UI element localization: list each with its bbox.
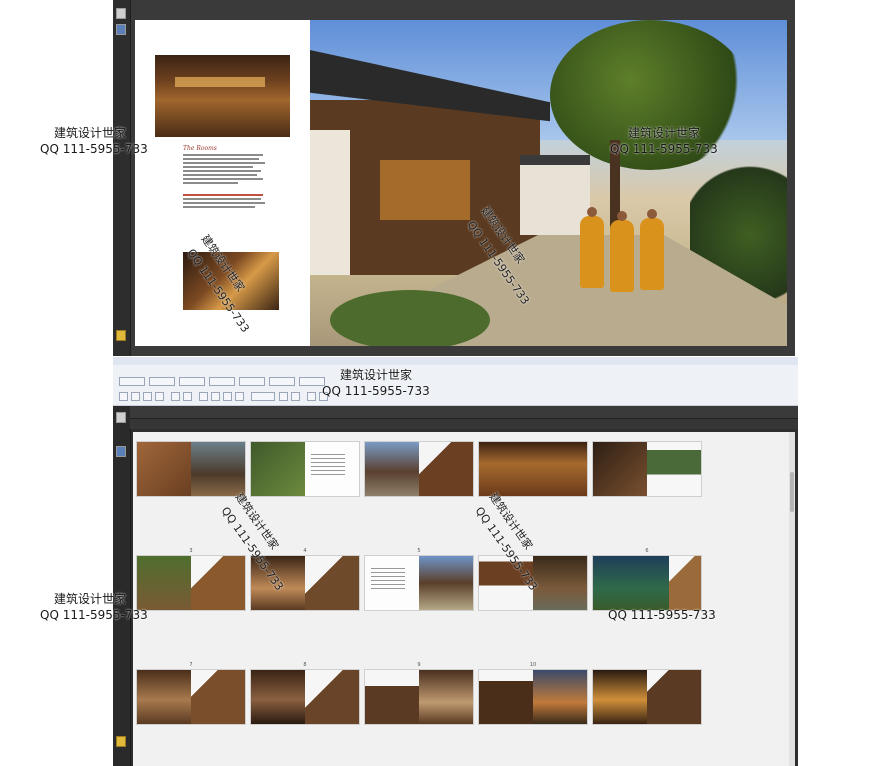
page-thumbnail[interactable] bbox=[593, 556, 701, 610]
page-number: 8 bbox=[303, 662, 307, 668]
page-thumbnail[interactable] bbox=[593, 670, 701, 724]
monk-figure bbox=[580, 207, 604, 288]
page-number: 9 bbox=[417, 662, 421, 668]
watermark-brand: 建筑设计世家 bbox=[54, 592, 127, 606]
next-page-icon[interactable] bbox=[183, 392, 192, 401]
secure-button[interactable] bbox=[209, 377, 235, 386]
brochure-spread: The Rooms bbox=[135, 20, 787, 346]
page-thumbnail[interactable] bbox=[593, 442, 701, 496]
collaborate-button[interactable] bbox=[179, 377, 205, 386]
bookmarks-panel-icon[interactable] bbox=[116, 24, 126, 35]
courtyard-monks-photo bbox=[310, 20, 787, 346]
combine-button[interactable] bbox=[149, 377, 175, 386]
watermark-brand: 建筑设计世家 bbox=[628, 126, 701, 140]
fit-page-icon[interactable] bbox=[279, 392, 288, 401]
page-thumbnail[interactable] bbox=[251, 442, 359, 496]
reader-app-chrome bbox=[113, 357, 798, 406]
watermark-brand: 建筑设计世家 bbox=[54, 126, 127, 140]
page-thumbnail[interactable] bbox=[251, 670, 359, 724]
page-thumbnail[interactable] bbox=[479, 442, 587, 496]
lit-doorway bbox=[380, 160, 470, 220]
zoom-level-field[interactable] bbox=[251, 392, 275, 401]
rooms-text-block: The Rooms bbox=[183, 145, 269, 210]
page-number: 3 bbox=[189, 548, 193, 554]
foreground-bush bbox=[330, 290, 490, 346]
watermark-qq: QQ 111-5955-733 bbox=[40, 608, 148, 622]
thumbnail-options-bar bbox=[130, 419, 798, 429]
print-icon[interactable] bbox=[131, 392, 140, 401]
fit-width-icon[interactable] bbox=[291, 392, 300, 401]
save-icon[interactable] bbox=[143, 392, 152, 401]
prev-page-icon[interactable] bbox=[171, 392, 180, 401]
watermark-qq: QQ 111-5955-733 bbox=[608, 608, 716, 622]
main-toolbar bbox=[113, 375, 798, 389]
page-number: 5 bbox=[417, 548, 421, 554]
page-number: 10 bbox=[529, 662, 537, 668]
forms-button[interactable] bbox=[269, 377, 295, 386]
watermark-qq: QQ 111-5955-733 bbox=[322, 384, 430, 398]
create-button[interactable] bbox=[119, 377, 145, 386]
top-navigation-pane bbox=[113, 0, 131, 356]
white-wall bbox=[310, 130, 350, 275]
bottom-navigation-pane bbox=[113, 406, 131, 766]
page-thumbnail[interactable] bbox=[479, 670, 587, 724]
page-thumbnail[interactable] bbox=[137, 670, 245, 724]
zoom-in-icon[interactable] bbox=[235, 392, 244, 401]
page-thumbnail[interactable] bbox=[365, 442, 473, 496]
watermark-brand: 建筑设计世家 bbox=[340, 368, 413, 382]
sign-button[interactable] bbox=[239, 377, 265, 386]
page-number: 6 bbox=[645, 548, 649, 554]
watermark-qq: QQ 111-5955-733 bbox=[40, 142, 148, 156]
select-tool-icon[interactable] bbox=[199, 392, 208, 401]
page-number: 7 bbox=[189, 662, 193, 668]
rooms-heading: The Rooms bbox=[183, 145, 217, 152]
page-thumbnails-grid: 3 4 5 6 7 8 9 10 bbox=[133, 432, 795, 766]
pages-panel-icon[interactable] bbox=[116, 8, 126, 19]
comment-panel-icon[interactable] bbox=[116, 736, 126, 747]
window-titlebar bbox=[113, 357, 798, 365]
vertical-scrollbar[interactable] bbox=[789, 432, 795, 766]
page-thumbnail[interactable] bbox=[365, 556, 473, 610]
page-thumbnail[interactable] bbox=[137, 442, 245, 496]
monk-figure bbox=[610, 211, 634, 292]
bottom-document-viewer: 3 4 5 6 7 8 9 10 bbox=[113, 406, 798, 766]
lobby-photo bbox=[155, 55, 290, 137]
menu-bar bbox=[113, 366, 798, 374]
scrollbar-thumb[interactable] bbox=[790, 472, 794, 512]
monk-figure bbox=[640, 209, 664, 290]
zoom-out-icon[interactable] bbox=[223, 392, 232, 401]
bookmarks-panel-icon[interactable] bbox=[116, 446, 126, 457]
email-icon[interactable] bbox=[155, 392, 164, 401]
page-thumbnail[interactable] bbox=[365, 670, 473, 724]
comment-panel-icon[interactable] bbox=[116, 330, 126, 341]
watermark-qq: QQ 111-5955-733 bbox=[610, 142, 718, 156]
open-icon[interactable] bbox=[119, 392, 128, 401]
secondary-toolbar bbox=[113, 390, 798, 404]
thumbnail-panel-header bbox=[130, 406, 798, 419]
page-thumbnail[interactable] bbox=[137, 556, 245, 610]
comment-icon[interactable] bbox=[307, 392, 316, 401]
hand-tool-icon[interactable] bbox=[211, 392, 220, 401]
pages-panel-icon[interactable] bbox=[116, 412, 126, 423]
top-document-viewer: The Rooms bbox=[113, 0, 795, 356]
